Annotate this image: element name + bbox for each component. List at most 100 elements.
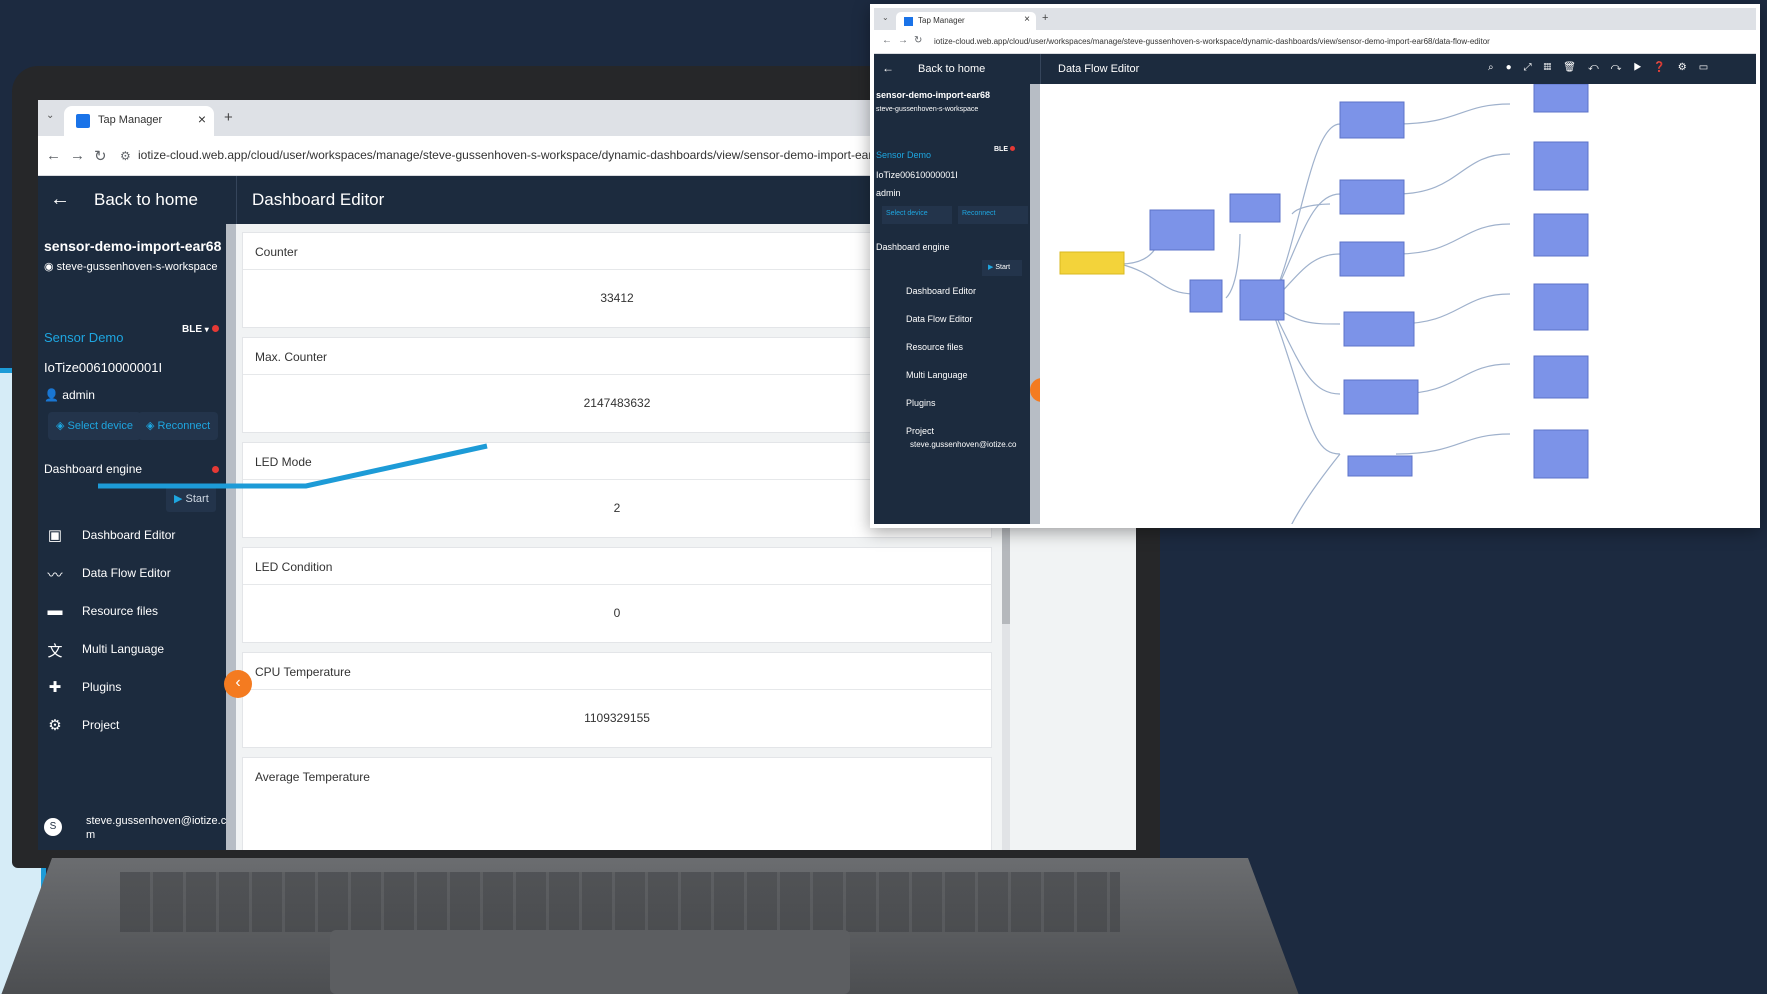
data-flow-window: ⌄ Tap Manager × + ← → ↻ iotize-cloud.web…	[870, 4, 1760, 528]
user-name: admin	[876, 188, 901, 198]
browser-tabbar: ⌄ Tap Manager × +	[874, 8, 1756, 30]
widget-title: Average Temperature	[255, 770, 370, 784]
flow-graph	[1059, 83, 1589, 524]
reconnect-button[interactable]: Reconnect	[958, 206, 1028, 224]
menu-item-label: Dashboard Editor	[82, 528, 176, 542]
widget-title: CPU Temperature	[255, 665, 351, 679]
widget-title: LED Condition	[255, 560, 333, 574]
menu-item-multi-language[interactable]: 文 Multi Language	[38, 632, 226, 666]
browser-tab[interactable]: Tap Manager ×	[64, 106, 214, 136]
select-device-button[interactable]: Select device	[882, 206, 952, 224]
tab-list-chevron-icon[interactable]: ⌄	[882, 13, 889, 22]
chevron-left-icon: ‹	[235, 674, 241, 691]
device-name[interactable]: Sensor Demo	[876, 150, 931, 160]
user-name: admin	[62, 388, 95, 402]
sidebar: sensor-demo-import-ear68 ◉ steve-gussenh…	[38, 224, 236, 850]
account-footer[interactable]: S steve.gussenhoven@iotize.com	[38, 808, 236, 850]
engine-status-dot	[212, 466, 219, 473]
address-bar[interactable]: iotize-cloud.web.app/cloud/user/workspac…	[934, 37, 1490, 46]
tab-title: Tap Manager	[918, 16, 965, 25]
flow-source-node[interactable]	[1059, 251, 1125, 275]
device-name[interactable]: Sensor Demo	[44, 330, 123, 345]
back-arrow-icon[interactable]: ←	[50, 188, 70, 211]
menu-item-data-flow-editor[interactable]: Data Flow Editor	[906, 314, 973, 324]
device-id: IoTize00610000001I	[44, 360, 163, 375]
menu-item-project[interactable]: Project	[906, 426, 934, 436]
project-name: sensor-demo-import-ear68	[876, 90, 991, 100]
connection-badge[interactable]: BLE	[994, 146, 1015, 153]
folder-icon: ▬	[47, 602, 63, 619]
sidebar-scrollbar[interactable]	[1030, 84, 1040, 524]
translate-icon: 文	[47, 643, 63, 660]
collapse-sidebar-button[interactable]: ‹	[224, 670, 252, 698]
tab-favicon-icon	[904, 17, 913, 26]
reload-icon[interactable]: ↻	[94, 147, 107, 165]
connection-type: BLE	[182, 324, 202, 335]
tab-close-icon[interactable]: ×	[1024, 14, 1030, 25]
tab-list-chevron-icon[interactable]: ⌄	[46, 110, 54, 121]
widget-card[interactable]: Average Temperature	[242, 757, 992, 850]
select-device-label: Select device	[67, 420, 133, 432]
laptop-keyboard	[120, 872, 1120, 932]
start-label: Start	[995, 264, 1011, 271]
sidebar: sensor-demo-import-ear68 steve-gussenhov…	[874, 84, 1040, 524]
new-tab-button[interactable]: +	[1042, 12, 1048, 24]
widget-divider	[243, 689, 991, 690]
forward-arrow-icon[interactable]: →	[898, 35, 908, 46]
reconnect-label: Reconnect	[157, 420, 211, 432]
avatar: S	[44, 818, 62, 836]
browser-tab[interactable]: Tap Manager ×	[896, 12, 1036, 30]
tab-close-icon[interactable]: ×	[198, 111, 206, 127]
widget-value: 1109329155	[584, 711, 650, 725]
play-icon: ▶	[988, 264, 994, 271]
back-to-home-link[interactable]: Back to home	[94, 190, 198, 210]
browser-urlbar: ← → ↻ iotize-cloud.web.app/cloud/user/wo…	[874, 30, 1756, 54]
menu-item-label: Resource files	[82, 604, 159, 618]
menu-item-plugins[interactable]: Plugins	[906, 398, 936, 408]
menu-item-resource-files[interactable]: ▬ Resource files	[38, 594, 226, 628]
menu-item-dashboard-editor[interactable]: ▣ Dashboard Editor	[38, 518, 226, 552]
start-label: Start	[185, 493, 209, 505]
menu-item-resource-files[interactable]: Resource files	[906, 342, 963, 352]
play-icon: ▶	[174, 493, 183, 505]
workspace-label: ◉ steve-gussenhoven-s-workspace	[44, 260, 217, 273]
widget-card[interactable]: CPU Temperature 1109329155	[242, 652, 992, 748]
back-arrow-icon[interactable]: ←	[882, 61, 894, 75]
widget-card[interactable]: LED Condition 0	[242, 547, 992, 643]
new-tab-button[interactable]: +	[224, 109, 233, 126]
select-device-button[interactable]: ◈ Select device	[48, 412, 141, 440]
chart-line-icon: 〰	[47, 567, 63, 584]
back-arrow-icon[interactable]: ←	[882, 35, 892, 46]
tab-title: Tap Manager	[98, 114, 163, 126]
user-email: steve.gussenhoven@iotize.co	[910, 440, 1017, 449]
puzzle-icon: ✚	[48, 679, 62, 696]
start-button[interactable]: ▶ Start	[166, 486, 216, 512]
reconnect-button[interactable]: ◈ Reconnect	[138, 412, 219, 440]
site-settings-icon[interactable]: ⚙	[120, 149, 131, 163]
menu-item-plugins[interactable]: ✚ Plugins	[38, 670, 226, 704]
chevron-down-icon: ▾	[204, 325, 209, 334]
connection-badge[interactable]: BLE ▾	[182, 324, 219, 335]
connection-type: BLE	[994, 146, 1008, 153]
forward-arrow-icon[interactable]: →	[70, 147, 85, 164]
flow-canvas[interactable]	[1040, 83, 1756, 524]
reload-icon[interactable]: ↻	[914, 35, 922, 46]
flow-toolbar[interactable]: ⌕●⤢▦🗑↶↷▶❓⚙▭	[1488, 62, 1720, 73]
sidebar-scrollbar[interactable]	[226, 224, 236, 850]
menu-item-data-flow-editor[interactable]: 〰 Data Flow Editor	[38, 556, 226, 590]
menu-item-project[interactable]: ⚙ Project	[38, 708, 226, 742]
status-dot	[1009, 146, 1015, 151]
widget-title: Counter	[255, 245, 298, 259]
user-icon: 👤	[44, 388, 59, 402]
menu-item-label: Multi Language	[82, 642, 165, 656]
device-id: IoTize00610000001I	[876, 170, 958, 180]
back-to-home-link[interactable]: Back to home	[918, 63, 985, 75]
address-bar[interactable]: iotize-cloud.web.app/cloud/user/workspac…	[138, 148, 919, 162]
workspace-name: steve-gussenhoven-s-workspace	[56, 261, 218, 273]
wifi-icon: ◈	[146, 420, 155, 432]
app-topbar: ← Back to home Data Flow Editor ⌕●⤢▦🗑↶↷▶…	[874, 54, 1756, 84]
menu-item-multi-language[interactable]: Multi Language	[906, 370, 968, 380]
menu-item-dashboard-editor[interactable]: Dashboard Editor	[906, 286, 976, 296]
start-button[interactable]: ▶ Start	[982, 260, 1022, 276]
back-arrow-icon[interactable]: ←	[46, 147, 61, 164]
